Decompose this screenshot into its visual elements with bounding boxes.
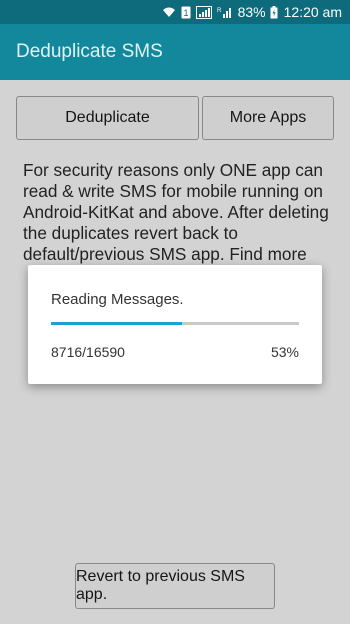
dialog-message: Reading Messages. — [51, 291, 184, 308]
progress-count: 8716/16590 — [51, 344, 125, 360]
progress-dialog: Reading Messages. 8716/16590 53% — [28, 265, 322, 384]
progress-percent: 53% — [270, 344, 299, 360]
progress-bar — [51, 322, 299, 325]
progress-bar-fill — [51, 322, 183, 325]
